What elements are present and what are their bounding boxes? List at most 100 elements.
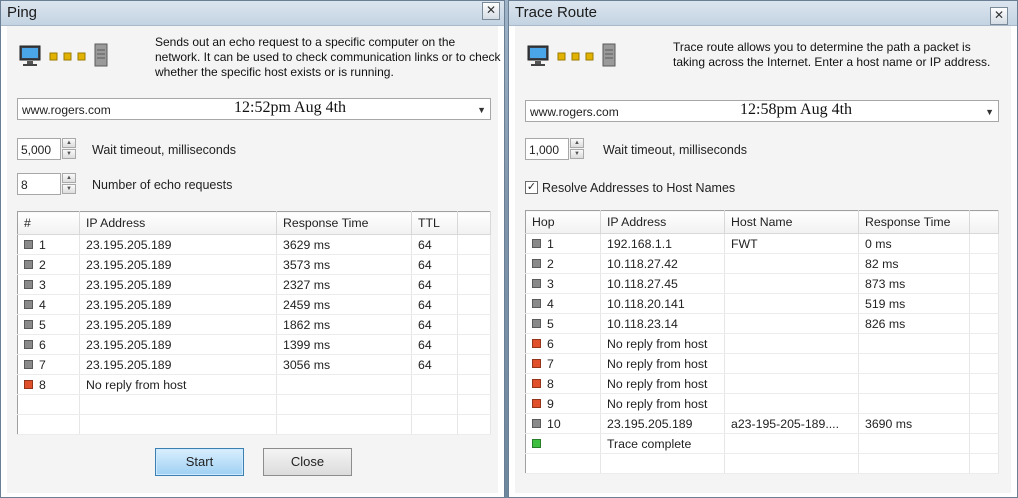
cell-text: 1399 ms <box>283 337 331 352</box>
spin-up-icon[interactable]: ▲ <box>62 138 76 148</box>
column-header[interactable]: Response Time <box>858 210 970 234</box>
chevron-down-icon[interactable]: ▼ <box>477 105 486 115</box>
cell-text: 5 <box>547 316 554 331</box>
table-row[interactable]: 7 No reply from host <box>525 353 999 374</box>
trace-description: Trace route allows you to determine the … <box>673 40 991 69</box>
table-row[interactable]: 4 10.118.20.141 519 ms <box>525 293 999 314</box>
ping-count-spinner[interactable]: 8 ▲ ▼ <box>17 173 79 195</box>
ttl-cell <box>411 374 458 395</box>
spin-down-icon[interactable]: ▼ <box>62 184 76 194</box>
empty-cell <box>17 414 80 435</box>
table-row[interactable]: 1 192.168.1.1 FWT 0 ms <box>525 233 999 254</box>
trace-table-header: Hop IP Address Host Name Response Time <box>525 210 999 234</box>
cell-text: 23.195.205.189 <box>86 317 172 332</box>
ping-timeout-spinner[interactable]: 5,000 ▲ ▼ <box>17 138 79 160</box>
host-name-cell: a23-195-205-189.... <box>724 413 859 434</box>
table-row[interactable]: 10 23.195.205.189 a23-195-205-189.... 3690 … <box>525 413 999 434</box>
trace-titlebar[interactable]: Trace Route ✕ <box>509 1 1017 26</box>
filler-cell <box>969 273 999 294</box>
column-header[interactable]: TTL <box>411 211 458 235</box>
resolve-hostnames-label[interactable]: Resolve Addresses to Host Names <box>542 181 735 195</box>
ip-address-cell: 192.168.1.1 <box>600 233 725 254</box>
empty-cell <box>858 453 970 474</box>
chevron-down-icon[interactable]: ▼ <box>985 107 994 117</box>
ping-close-window-button[interactable]: ✕ <box>482 2 500 20</box>
ip-address-cell: 10.118.27.45 <box>600 273 725 294</box>
filler-cell <box>969 413 999 434</box>
cell-text: 3573 ms <box>283 257 331 272</box>
trace-timeout-input[interactable]: 1,000 <box>525 138 569 160</box>
spin-down-icon[interactable]: ▼ <box>62 149 76 159</box>
empty-cell <box>276 414 412 435</box>
trace-timeout-spinner[interactable]: 1,000 ▲ ▼ <box>525 138 587 160</box>
ping-timeout-input[interactable]: 5,000 <box>17 138 61 160</box>
empty-cell <box>457 414 491 435</box>
trace-host-value: www.rogers.com <box>530 105 619 119</box>
ping-host-combobox[interactable]: www.rogers.com 12:52pm Aug 4th ▼ <box>17 98 491 120</box>
table-row[interactable]: 5 23.195.205.189 1862 ms 64 <box>17 314 491 335</box>
table-row[interactable]: 6 23.195.205.189 1399 ms 64 <box>17 334 491 355</box>
response-time-cell <box>858 433 970 454</box>
table-row[interactable]: 8 No reply from host <box>525 373 999 394</box>
cell-text: 10.118.23.14 <box>607 316 678 331</box>
empty-cell <box>411 414 458 435</box>
response-time-cell: 2459 ms <box>276 294 412 315</box>
close-button[interactable]: Close <box>263 448 352 476</box>
computer-to-server-icon <box>527 43 616 67</box>
response-time-cell <box>858 373 970 394</box>
fail-status-icon <box>532 338 541 348</box>
table-row[interactable]: 3 23.195.205.189 2327 ms 64 <box>17 274 491 295</box>
table-row[interactable]: 1 23.195.205.189 3629 ms 64 <box>17 234 491 255</box>
trace-close-window-button[interactable]: ✕ <box>990 7 1008 25</box>
table-row[interactable]: 6 No reply from host <box>525 333 999 354</box>
ttl-cell: 64 <box>411 234 458 255</box>
filler-cell <box>969 253 999 274</box>
hop-cell: 5 <box>525 313 601 334</box>
filler-cell <box>457 254 491 275</box>
spin-up-icon[interactable]: ▲ <box>62 173 76 183</box>
trace-content: Trace route allows you to determine the … <box>515 26 1011 493</box>
table-row[interactable]: Trace complete <box>525 433 999 454</box>
fail-status-icon <box>532 398 541 408</box>
cell-text: 826 ms <box>865 316 906 331</box>
spin-up-icon[interactable]: ▲ <box>570 138 584 148</box>
table-row[interactable]: 5 10.118.23.14 826 ms <box>525 313 999 334</box>
ping-count-input[interactable]: 8 <box>17 173 61 195</box>
cell-text: 64 <box>418 277 432 292</box>
column-header-filler <box>457 211 491 235</box>
ip-address-cell: 23.195.205.189 <box>79 234 277 255</box>
table-row[interactable]: 9 No reply from host <box>525 393 999 414</box>
ping-titlebar[interactable]: Ping ✕ <box>1 1 504 26</box>
column-header[interactable]: Response Time <box>276 211 412 235</box>
column-header[interactable]: IP Address <box>79 211 277 235</box>
cell-text: 6 <box>39 337 46 352</box>
table-row[interactable]: 2 10.118.27.42 82 ms <box>525 253 999 274</box>
table-row[interactable]: 4 23.195.205.189 2459 ms 64 <box>17 294 491 315</box>
filler-cell <box>969 313 999 334</box>
column-header[interactable]: Host Name <box>724 210 859 234</box>
column-header[interactable]: # <box>17 211 80 235</box>
resolve-hostnames-checkbox[interactable]: ✓ <box>525 181 538 194</box>
table-row[interactable]: 3 10.118.27.45 873 ms <box>525 273 999 294</box>
cell-text: 1862 ms <box>283 317 331 332</box>
table-row[interactable]: 8 No reply from host <box>17 374 491 395</box>
column-header[interactable]: IP Address <box>600 210 725 234</box>
hop-cell: 2 <box>525 253 601 274</box>
ttl-cell: 64 <box>411 254 458 275</box>
table-row[interactable]: 7 23.195.205.189 3056 ms 64 <box>17 354 491 375</box>
response-time-cell: 3573 ms <box>276 254 412 275</box>
spin-down-icon[interactable]: ▼ <box>570 149 584 159</box>
cell-text: 7 <box>39 357 46 372</box>
cell-text: 2459 ms <box>283 297 331 312</box>
ok-status-icon <box>24 259 33 269</box>
response-time-cell: 873 ms <box>858 273 970 294</box>
column-header[interactable]: Hop <box>525 210 601 234</box>
cell-text: 23.195.205.189 <box>86 237 172 252</box>
trace-host-combobox[interactable]: www.rogers.com 12:58pm Aug 4th ▼ <box>525 100 999 122</box>
ip-address-cell: 23.195.205.189 <box>79 274 277 295</box>
table-row[interactable]: 2 23.195.205.189 3573 ms 64 <box>17 254 491 275</box>
trace-timestamp: 12:58pm Aug 4th <box>740 101 853 118</box>
filler-cell <box>969 353 999 374</box>
ok-status-icon <box>532 278 541 288</box>
start-button[interactable]: Start <box>155 448 244 476</box>
